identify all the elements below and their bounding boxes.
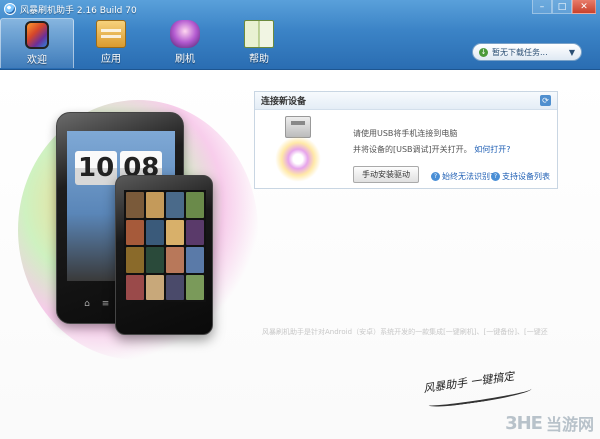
usb-plug: [285, 116, 311, 138]
maximize-button[interactable]: □: [552, 0, 572, 14]
nav-label-help: 帮助: [249, 54, 269, 65]
nav-item-flash[interactable]: 刷机: [148, 18, 222, 68]
photo-tile: [126, 274, 144, 300]
photo-tile: [166, 247, 184, 273]
toolbar-band: 风暴刷机助手 2.16 Build 70 – □ ✕ 欢迎 应用 刷机 帮助 ↓…: [0, 0, 600, 70]
window-controls: – □ ✕: [532, 0, 596, 14]
app-description: 风暴刷机助手是针对Android（安卓）系统开发的一款集成[一键刷机]、[一键备…: [262, 328, 548, 336]
help-book-icon: [244, 20, 274, 48]
photo-tile: [146, 274, 164, 300]
main-nav: 欢迎 应用 刷机 帮助: [0, 18, 296, 68]
unrecognized-help-link[interactable]: ? 始终无法识别?: [431, 171, 494, 182]
download-tasks-label: 暂无下载任务...: [492, 47, 548, 57]
nav-label-flash: 刷机: [175, 54, 195, 65]
photo-tile: [186, 274, 204, 300]
refresh-icon[interactable]: ⟳: [540, 95, 551, 106]
window-title: 风暴刷机助手 2.16 Build 70: [20, 6, 137, 16]
connect-panel-title: 连接新设备: [261, 97, 307, 107]
nav-label-welcome: 欢迎: [27, 55, 47, 66]
question-icon: ?: [491, 172, 500, 181]
phone-icon: [25, 21, 49, 49]
photo-tile: [166, 219, 184, 245]
photo-tile: [186, 219, 204, 245]
usb-instruction-line1: 请使用USB将手机连接到电脑: [353, 129, 458, 138]
title-bar: 风暴刷机助手 2.16 Build 70 – □ ✕: [0, 0, 600, 18]
flash-phone-icon: [170, 20, 200, 48]
photo-tile: [166, 192, 184, 218]
photo-tile: [186, 247, 204, 273]
unrecognized-help-label: 始终无法识别?: [442, 172, 495, 181]
watermark-logo: 3HE: [505, 412, 543, 434]
supported-devices-label: 支持设备列表: [502, 172, 550, 181]
photo-tile: [186, 192, 204, 218]
connect-panel-header: 连接新设备 ⟳: [255, 92, 557, 110]
minimize-button[interactable]: –: [532, 0, 552, 14]
apps-box-icon: [96, 20, 126, 48]
usb-glow: [275, 136, 321, 182]
photo-tile: [146, 192, 164, 218]
photo-tile: [146, 219, 164, 245]
install-driver-button[interactable]: 手动安装驱动: [353, 166, 419, 183]
question-icon: ?: [431, 172, 440, 181]
download-tasks-dropdown[interactable]: ↓ 暂无下载任务... ▼: [472, 43, 582, 61]
photo-tile: [126, 192, 144, 218]
photo-tile: [126, 247, 144, 273]
nav-item-help[interactable]: 帮助: [222, 18, 296, 68]
usb-instruction-line2: 并将设备的[USB调试]开关打开。 如何打开?: [353, 144, 510, 155]
clock-hours: 10: [75, 151, 118, 185]
app-logo-icon: [4, 3, 16, 15]
photo-tile: [126, 219, 144, 245]
photo-tile: [166, 274, 184, 300]
supported-devices-link[interactable]: ? 支持设备列表: [491, 171, 550, 182]
chevron-down-icon: ▼: [568, 47, 575, 57]
watermark-text: 当游网: [545, 415, 594, 434]
connect-device-panel: 连接新设备 ⟳ 请使用USB将手机连接到电脑 并将设备的[USB调试]开关打开。…: [254, 91, 558, 189]
usb-debug-instruction: 并将设备的[USB调试]开关打开。: [353, 145, 472, 154]
site-watermark: 3HE 当游网: [505, 411, 594, 435]
phone-illustration-small: [115, 175, 213, 335]
photo-gallery-screen: [124, 190, 206, 302]
photo-tile: [146, 247, 164, 273]
how-to-enable-link[interactable]: 如何打开?: [474, 145, 510, 154]
nav-item-apps[interactable]: 应用: [74, 18, 148, 68]
nav-item-welcome[interactable]: 欢迎: [0, 18, 74, 68]
usb-cable-icon: [273, 116, 323, 184]
nav-label-apps: 应用: [101, 54, 121, 65]
close-button[interactable]: ✕: [572, 0, 596, 14]
download-icon: ↓: [479, 47, 488, 57]
